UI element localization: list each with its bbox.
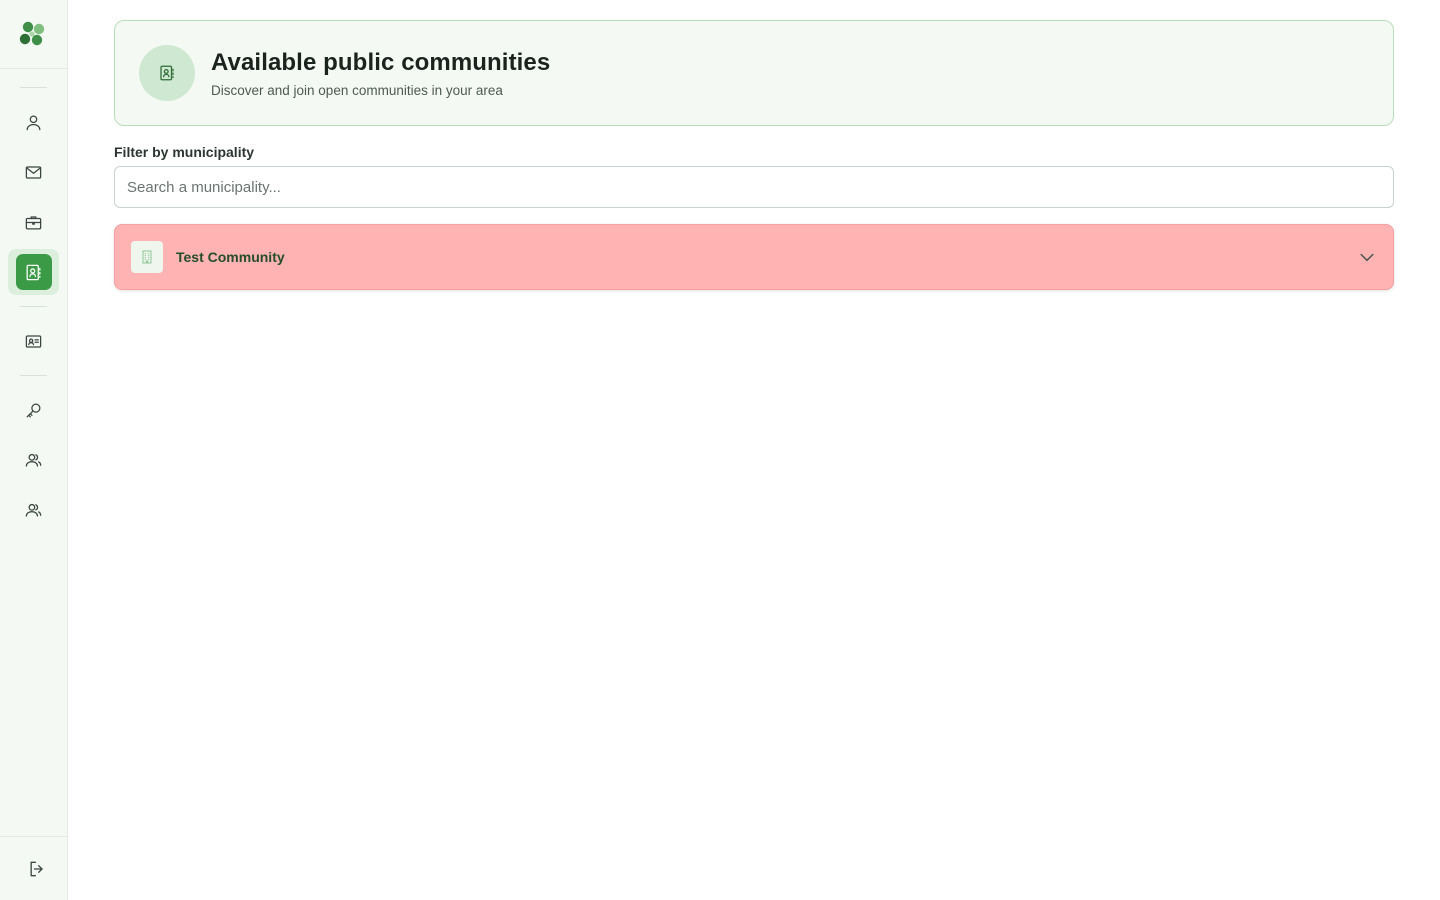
logout-button[interactable] — [24, 856, 50, 882]
sidebar-item-messages[interactable] — [8, 149, 59, 195]
sidebar-item-members[interactable] — [8, 487, 59, 533]
municipality-search-input[interactable] — [114, 166, 1394, 208]
sidebar-item-work[interactable] — [8, 199, 59, 245]
users-icon — [25, 503, 42, 517]
id-card-icon — [25, 334, 42, 348]
sidebar-item-id-card[interactable] — [8, 318, 59, 364]
sidebar-separator — [20, 87, 47, 88]
logout-icon — [30, 861, 43, 877]
mail-icon — [25, 165, 42, 179]
key-icon — [26, 403, 41, 417]
page-header-card: Available public communities Discover an… — [114, 20, 1394, 126]
page-title: Available public communities — [211, 49, 551, 76]
active-item-background — [15, 254, 52, 290]
briefcase-icon — [25, 215, 42, 229]
sidebar — [0, 0, 68, 900]
logo-divider — [0, 68, 67, 69]
page-subtitle: Discover and join open communities in yo… — [211, 83, 503, 98]
building-icon — [131, 241, 163, 273]
header-icon-circle — [139, 45, 195, 101]
clover-logo-icon[interactable] — [16, 18, 48, 50]
sidebar-item-communities[interactable] — [8, 249, 59, 295]
sidebar-item-keys[interactable] — [8, 387, 59, 433]
users-icon — [25, 453, 42, 467]
chevron-down-icon[interactable] — [1357, 247, 1377, 267]
filter-label: Filter by municipality — [114, 144, 255, 160]
sidebar-item-profile[interactable] — [8, 99, 59, 145]
sidebar-item-groups[interactable] — [8, 437, 59, 483]
sidebar-separator — [20, 306, 47, 307]
app-root: Available public communities Discover an… — [0, 0, 1440, 900]
sidebar-bottom-divider — [0, 836, 67, 837]
contact-book-icon — [160, 65, 174, 81]
contact-book-icon — [26, 264, 41, 280]
sidebar-separator — [20, 375, 47, 376]
community-name: Test Community — [176, 249, 285, 265]
user-icon — [26, 115, 41, 130]
community-item[interactable]: Test Community — [114, 224, 1394, 290]
